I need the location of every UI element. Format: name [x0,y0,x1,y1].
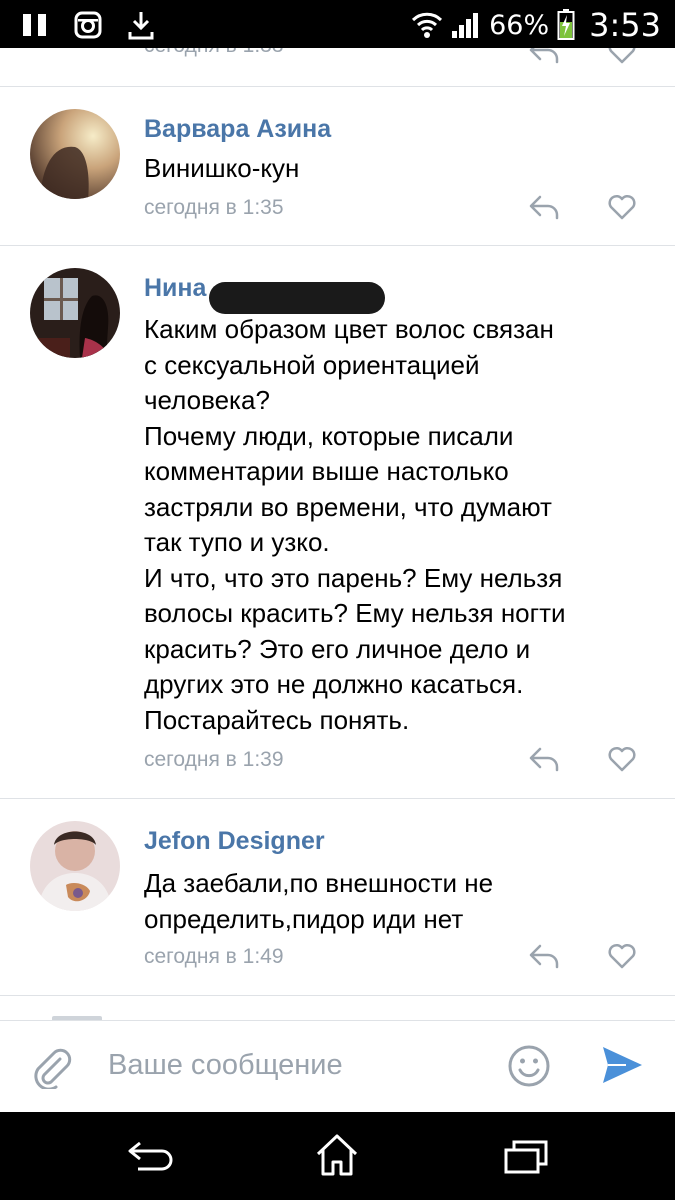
comment-item: Варвара Азина Винишко-кун сегодня в 1:35 [0,87,675,245]
comment-author[interactable]: Варвара Азина [144,115,331,144]
home-icon[interactable] [314,1132,360,1178]
like-icon[interactable] [607,746,637,772]
reply-icon[interactable] [528,194,560,220]
comment-timestamp: сегодня в 1:39 [144,748,284,771]
download-icon [128,12,154,40]
battery-charging-icon [557,9,575,40]
comment-text: Каким образом цвет волос связан с сексуа… [144,314,566,735]
comment-timestamp: сегодня в 1:49 [144,945,284,968]
comment-timestamp: сегодня в 1:33 [144,48,284,58]
comment-text: Да заебали,по внешности не определить,пи… [144,868,494,934]
message-composer: Ваше сообщение [0,1020,675,1113]
divider [0,995,675,996]
redaction-bar [209,282,385,314]
attach-icon[interactable] [30,1045,74,1089]
reply-icon[interactable] [528,48,560,64]
avatar[interactable] [30,821,120,911]
wifi-icon [412,12,443,38]
emoji-icon[interactable] [506,1043,552,1089]
comment-item: Нина Каким образом цвет волос связан с с… [0,246,675,798]
avatar[interactable] [30,268,120,358]
send-icon[interactable] [600,1043,644,1087]
comment-text: Винишко-кун [144,153,300,183]
message-input[interactable]: Ваше сообщение [108,1049,343,1082]
system-nav-bar [0,1112,675,1200]
reply-icon[interactable] [528,943,560,969]
reply-icon[interactable] [528,746,560,772]
like-icon[interactable] [607,194,637,220]
partial-comment: сегодня в 1:33 [0,48,675,86]
status-bar: 66% 3:53 [0,0,675,48]
clock: 3:53 [589,6,661,44]
signal-icon [452,13,479,38]
back-icon[interactable] [126,1138,176,1176]
comment-author[interactable]: Нина [144,274,206,303]
like-icon[interactable] [607,48,637,64]
comment-author[interactable]: Jefon Designer [144,827,325,856]
instagram-icon [74,11,102,39]
pause-icon [23,14,46,36]
comment-item: Jefon Designer Да заебали,по внешности н… [0,799,675,995]
recent-apps-icon[interactable] [502,1136,550,1178]
like-icon[interactable] [607,943,637,969]
avatar[interactable] [30,109,120,199]
comment-timestamp: сегодня в 1:35 [144,196,284,219]
battery-percent: 66% [489,9,550,41]
